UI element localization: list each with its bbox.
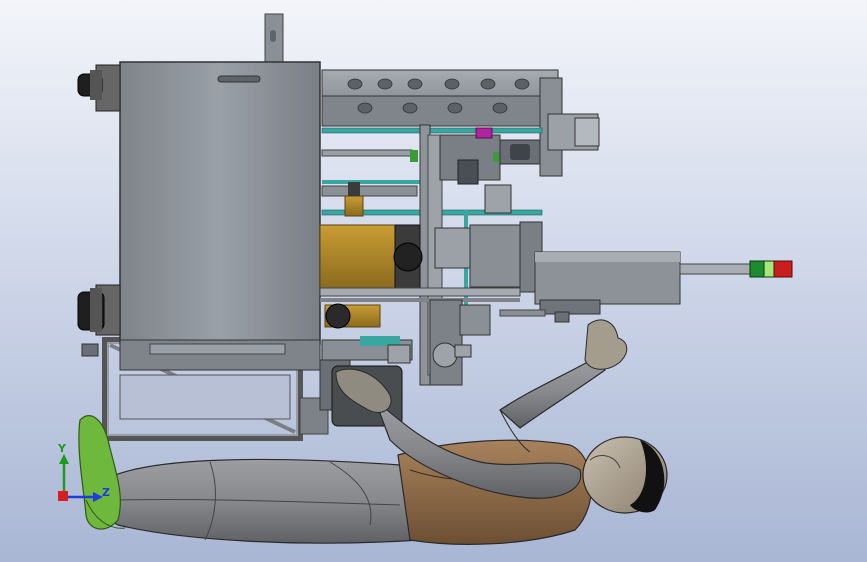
assembly-scene: Y Z xyxy=(57,13,793,545)
mannequin-hand xyxy=(584,319,628,370)
electrical-cabinet[interactable] xyxy=(119,61,321,345)
mannequin-foot xyxy=(78,415,121,530)
y-axis-label: Y xyxy=(57,442,67,455)
z-axis-label: Z xyxy=(102,486,110,499)
brass-motor xyxy=(319,182,423,329)
machine-assembly[interactable] xyxy=(77,13,793,441)
mannequin-arm-far xyxy=(499,357,606,429)
indicator-light xyxy=(749,260,793,278)
cad-viewport[interactable]: Y Z xyxy=(0,0,867,562)
caster-wheel-top xyxy=(77,64,121,112)
